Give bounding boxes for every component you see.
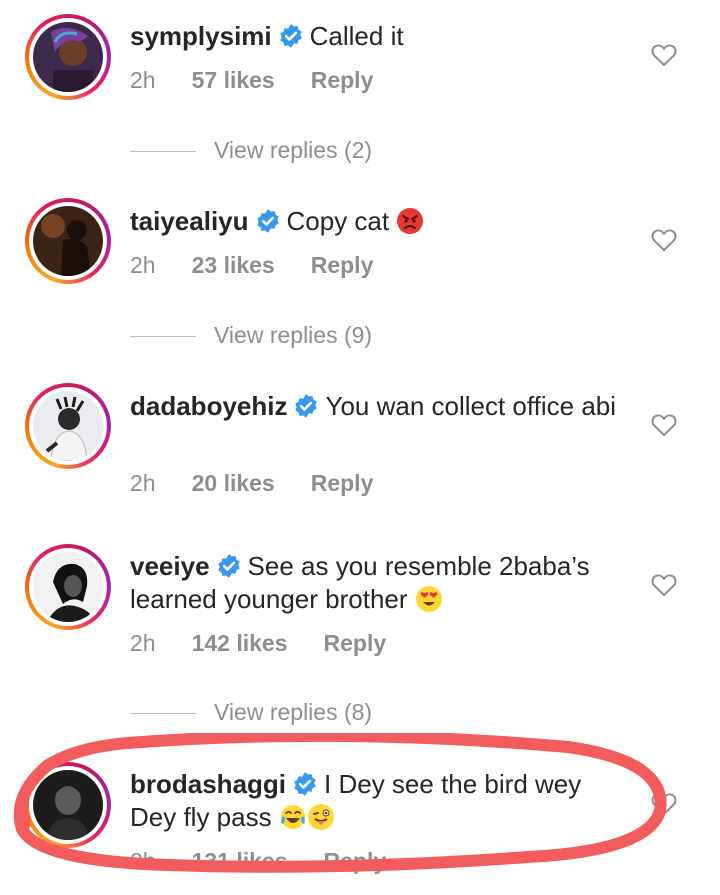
heart-icon[interactable] bbox=[651, 43, 677, 67]
avatar-image bbox=[33, 391, 103, 461]
avatar-image bbox=[33, 206, 103, 276]
tears-of-joy-icon bbox=[280, 805, 305, 829]
username[interactable]: veeiye bbox=[130, 551, 210, 581]
avatar[interactable] bbox=[25, 14, 111, 100]
likes-count[interactable]: 142 likes bbox=[192, 630, 288, 657]
verified-badge-icon bbox=[256, 209, 279, 233]
verified-badge-icon bbox=[217, 554, 240, 578]
avatar[interactable] bbox=[25, 544, 111, 630]
avatar-image bbox=[33, 770, 103, 840]
comment-time: 2h bbox=[130, 67, 156, 93]
angry-face-icon bbox=[397, 208, 424, 234]
comment-body: Copy cat bbox=[286, 206, 390, 236]
comment-time: 2h bbox=[130, 470, 156, 496]
reply-button[interactable]: Reply bbox=[324, 848, 387, 875]
comment-text: taiyealiyu Copy cat bbox=[130, 205, 630, 238]
divider bbox=[130, 151, 196, 153]
comment-meta: 2h 142 likes Reply bbox=[130, 630, 386, 657]
verified-badge-icon bbox=[294, 772, 316, 796]
likes-count[interactable]: 131 likes bbox=[192, 848, 288, 875]
view-replies-label: View replies (2) bbox=[214, 137, 373, 163]
view-replies-button[interactable]: View replies (9) bbox=[130, 322, 372, 349]
username[interactable]: dadaboyehiz bbox=[130, 391, 287, 421]
heart-icon[interactable] bbox=[651, 792, 677, 816]
reply-button[interactable]: Reply bbox=[311, 252, 374, 279]
view-replies-button[interactable]: View replies (2) bbox=[130, 137, 372, 164]
avatar[interactable] bbox=[25, 762, 111, 848]
heart-eyes-icon bbox=[415, 586, 442, 612]
divider bbox=[130, 336, 196, 338]
reply-button[interactable]: Reply bbox=[324, 630, 387, 657]
comment-text: brodashaggi I Dey see the bird wey Dey fl… bbox=[130, 768, 630, 834]
avatar[interactable] bbox=[25, 198, 111, 284]
username[interactable]: symplysimi bbox=[130, 21, 272, 51]
avatar-image bbox=[33, 552, 103, 622]
avatar-image bbox=[33, 22, 103, 92]
view-replies-button[interactable]: View replies (8) bbox=[130, 699, 372, 726]
heart-icon[interactable] bbox=[651, 228, 677, 252]
reply-button[interactable]: Reply bbox=[311, 470, 374, 497]
view-replies-label: View replies (9) bbox=[214, 322, 373, 348]
comment-meta: 2h 23 likes Reply bbox=[130, 252, 373, 279]
likes-count[interactable]: 23 likes bbox=[192, 252, 275, 279]
comment-text: symplysimi Called it bbox=[130, 20, 630, 53]
likes-count[interactable]: 20 likes bbox=[192, 470, 275, 497]
comment-meta: 2h 57 likes Reply bbox=[130, 67, 373, 94]
comment-time: 2h bbox=[130, 252, 156, 278]
view-replies-label: View replies (8) bbox=[214, 699, 373, 725]
username[interactable]: taiyealiyu bbox=[130, 206, 249, 236]
comment-text: veeiye See as you resemble 2baba’s learne… bbox=[130, 550, 630, 616]
comment-body: Called it bbox=[309, 21, 404, 51]
reply-button[interactable]: Reply bbox=[311, 67, 374, 94]
comment-body: You wan collect office abi bbox=[325, 391, 617, 421]
comment-text: dadaboyehiz You wan collect office abi bbox=[130, 390, 630, 423]
avatar[interactable] bbox=[25, 383, 111, 469]
heart-icon[interactable] bbox=[651, 413, 677, 437]
likes-count[interactable]: 57 likes bbox=[192, 67, 275, 94]
comment-time: 2h bbox=[130, 630, 156, 656]
username[interactable]: brodashaggi bbox=[130, 769, 286, 799]
comment-meta: 2h 131 likes Reply bbox=[130, 848, 386, 875]
comment-meta: 2h 20 likes Reply bbox=[130, 470, 373, 497]
verified-badge-icon bbox=[295, 394, 318, 418]
winking-tongue-icon bbox=[307, 804, 334, 830]
divider bbox=[130, 713, 196, 715]
comment-time: 2h bbox=[130, 848, 156, 874]
verified-badge-icon bbox=[279, 24, 302, 48]
heart-icon[interactable] bbox=[651, 573, 677, 597]
